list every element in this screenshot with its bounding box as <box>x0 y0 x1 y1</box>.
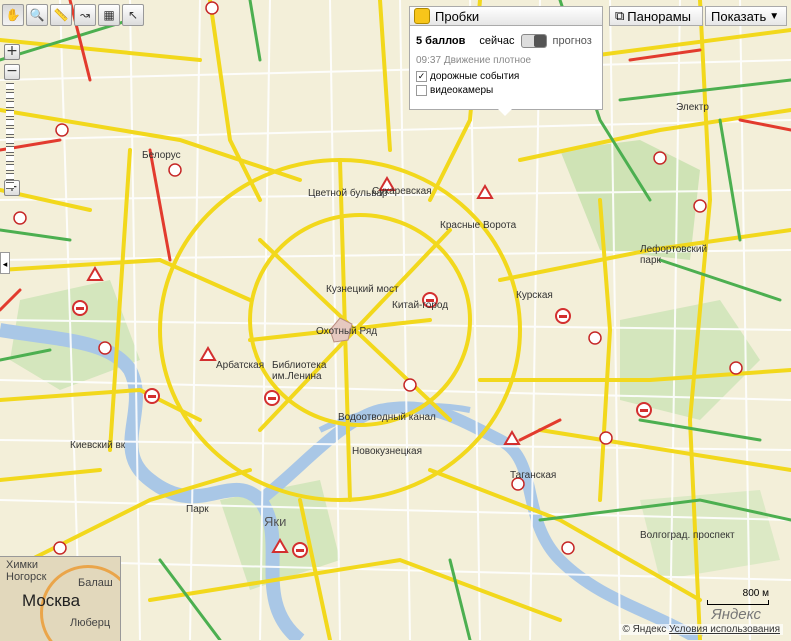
checkbox-checked-icon[interactable]: ✓ <box>416 71 427 82</box>
traffic-status-text: Движение плотное <box>443 55 532 66</box>
hand-icon[interactable]: ✋ <box>2 4 24 26</box>
show-button[interactable]: Показать ▼ <box>705 6 787 26</box>
map-label: Парк <box>186 504 209 515</box>
layers-icon[interactable]: ▦ <box>98 4 120 26</box>
webcams-label: видеокамеры <box>430 85 494 96</box>
now-label[interactable]: сейчас <box>479 35 514 47</box>
traffic-panel: 5 баллов сейчас прогноз 09:37 Движение п… <box>409 26 603 116</box>
map-label: Новокузнецкая <box>352 446 422 457</box>
traffic-icon <box>414 8 430 24</box>
map-label: Волгоград. проспект <box>640 530 735 541</box>
scale-bar: 800 м <box>707 588 769 605</box>
yandex-logo: Яндекс <box>711 606 761 623</box>
panorama-icon: ⧉ <box>615 8 625 23</box>
map-label: Арбатская <box>216 360 265 371</box>
chevron-down-icon: ▼ <box>769 10 780 22</box>
map-label: Электр <box>676 102 709 113</box>
map-label: Красные Ворота <box>440 220 517 231</box>
minimap-label: Химки <box>6 559 39 571</box>
traffic-level: 5 баллов <box>416 35 466 47</box>
traffic-header[interactable]: Пробки <box>409 6 603 26</box>
road-events-checkbox[interactable]: ✓ дорожные события <box>416 71 596 82</box>
zoom-out-button[interactable]: − <box>4 64 20 80</box>
map-label: Лефортовский парк <box>640 244 708 266</box>
zoom-control: + − + <box>4 44 20 196</box>
minimap-label: Ногорск <box>6 571 47 583</box>
map-label: Кузнецкий мост <box>326 284 399 295</box>
cursor-icon[interactable]: ↖ <box>122 4 144 26</box>
now-forecast-toggle[interactable] <box>520 34 547 48</box>
map-label: Белорус <box>142 150 181 161</box>
map-label: Библиотека им.Ленина <box>272 360 327 382</box>
scale-label: 800 м <box>742 588 769 599</box>
panoramas-label: Панорамы <box>627 8 692 24</box>
webcams-checkbox[interactable]: видеокамеры <box>416 85 596 96</box>
minimap-city: Москва <box>22 591 81 610</box>
traffic-title: Пробки <box>435 8 480 24</box>
copyright: © Яндекс Условия использования <box>619 624 783 635</box>
route-icon[interactable]: ↝ <box>74 4 96 26</box>
minimap[interactable]: Химки Ногорск Балаш Москва Люберц <box>0 556 121 641</box>
minimap-label: Балаш <box>78 577 113 589</box>
terms-link[interactable]: Условия использования <box>669 624 780 635</box>
map-toolbar: ✋ 🔍 📏 ↝ ▦ ↖ <box>2 4 144 28</box>
map-label: Курская <box>516 290 553 301</box>
road-events-label: дорожные события <box>430 71 520 82</box>
sidebar-toggle-icon[interactable]: ◂ <box>0 252 10 274</box>
map-label: Водоотводный канал <box>338 412 436 423</box>
map-label: Сухаревская <box>372 186 432 197</box>
ruler-icon[interactable]: 📏 <box>50 4 72 26</box>
street-map <box>0 0 791 640</box>
traffic-status: 09:37 Движение плотное <box>416 55 596 66</box>
map-canvas[interactable]: Цветной бульвар Сухаревская Красные Воро… <box>0 0 791 640</box>
zoom-in-button[interactable]: + <box>4 44 20 60</box>
map-label: Таганская <box>510 470 557 481</box>
map-label: Охотный Ряд <box>316 326 378 337</box>
map-label: Яки <box>264 514 287 529</box>
forecast-label[interactable]: прогноз <box>553 35 592 47</box>
minimap-label: Люберц <box>70 617 111 629</box>
traffic-time: 09:37 <box>416 55 442 66</box>
panoramas-button[interactable]: ⧉ Панорамы <box>609 6 703 26</box>
checkbox-icon[interactable] <box>416 85 427 96</box>
map-label: Киевский вк <box>70 440 126 451</box>
zoom-slider[interactable] <box>6 83 18 189</box>
map-label: Китай-город <box>392 300 449 311</box>
show-label: Показать <box>711 8 767 24</box>
magnifier-icon[interactable]: 🔍 <box>26 4 48 26</box>
copyright-text: © Яндекс <box>622 624 667 635</box>
